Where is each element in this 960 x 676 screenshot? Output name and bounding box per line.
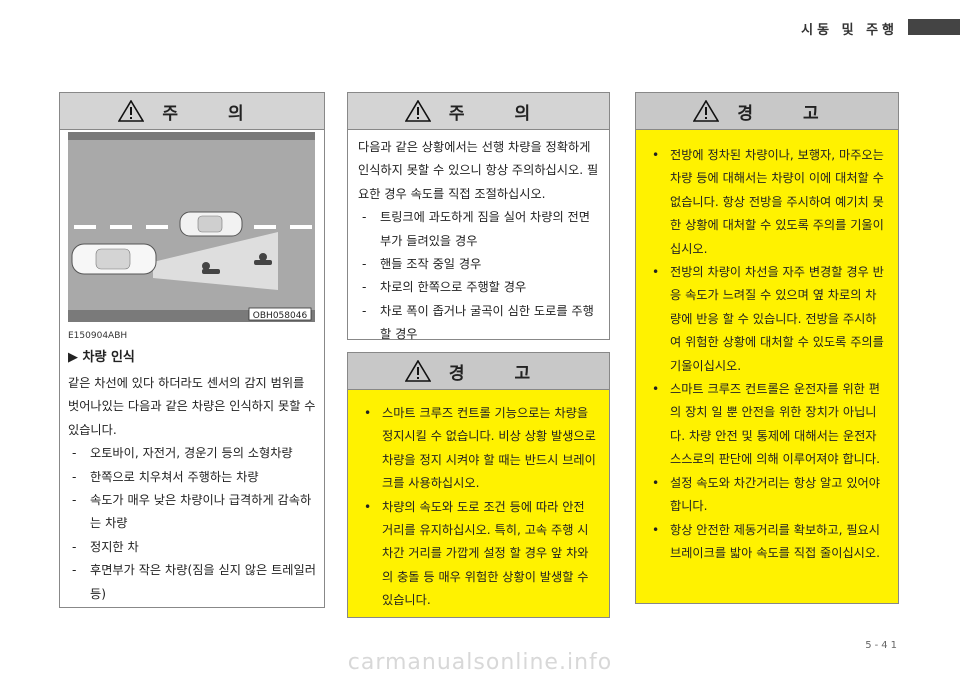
detection-range-figure: OBH058046 xyxy=(68,132,315,322)
front-car-icon xyxy=(179,211,243,237)
warning-box-forward-attention: 경 고 전방에 정차된 차량이나, 보행자, 마주오는 차량 등에 대해서는 차… xyxy=(635,92,899,604)
road-illustration: OBH058046 xyxy=(68,132,315,322)
list-item: 트링크에 과도하게 짐을 실어 차량의 전면부가 들려있을 경우 xyxy=(358,206,601,253)
col2-bottom-body: 스마트 크루즈 컨트롤 기능으로는 차량을 정지시킬 수 없습니다. 비상 상황… xyxy=(348,390,609,613)
col1-item-list: 오토바이, 자전거, 경운기 등의 소형차량 한쪽으로 치우쳐서 주행하는 차량… xyxy=(68,442,319,606)
list-item: 핸들 조작 중일 경우 xyxy=(358,253,601,277)
chapter-title: 시동 및 주행 xyxy=(801,23,898,38)
watermark-text: carmanualsonline.info xyxy=(347,650,613,675)
section-title: ▶ 차량 인식 xyxy=(68,350,135,365)
warning-triangle-icon xyxy=(404,100,431,122)
caution-heading: 주 의 xyxy=(162,103,266,124)
list-item: 차로 폭이 좁거나 굴곡이 심한 도로를 주행할 경우 xyxy=(358,300,601,347)
figure-code: OBH058046 xyxy=(253,311,308,321)
col1-intro: 같은 차선에 있다 하더라도 센서의 감지 범위를 벗어나있는 다음과 같은 차… xyxy=(68,376,316,437)
list-item: 정지한 차 xyxy=(68,536,319,560)
col2-bottom-item-list: 스마트 크루즈 컨트롤 기능으로는 차량을 정지시킬 수 없습니다. 비상 상황… xyxy=(362,402,599,613)
caution-box-preceding-vehicle: 주 의 다음과 같은 상황에서는 선행 차량을 정확하게 인식하지 못할 수 있… xyxy=(347,92,610,341)
figure-caption-code: E150904ABH xyxy=(68,331,128,341)
caution-heading: 주 의 xyxy=(448,103,553,124)
col3-item-list: 전방에 정차된 차량이나, 보행자, 마주오는 차량 등에 대해서는 차량이 이… xyxy=(650,144,886,565)
list-item: 차량의 속도와 도로 조건 등에 따라 안전 거리를 유지하십시오. 특히, 고… xyxy=(362,496,599,613)
page-header: 시동 및 주행 xyxy=(0,0,960,46)
warning-box-header: 경 고 xyxy=(348,353,609,390)
header-tab-block xyxy=(908,19,960,35)
list-item: 한쪽으로 치우쳐서 주행하는 차량 xyxy=(68,466,319,490)
own-car-icon xyxy=(71,243,157,275)
list-item: 스마트 크루즈 컨트롤 기능으로는 차량을 정지시킬 수 없습니다. 비상 상황… xyxy=(362,402,599,496)
list-item: 설정 속도와 차간거리는 항상 알고 있어야 합니다. xyxy=(650,472,886,519)
list-item: 전방의 차량이 차선을 자주 변경할 경우 반응 속도가 느려질 수 있으며 옆… xyxy=(650,261,886,378)
list-item: 스마트 크루즈 컨트롤은 운전자를 위한 편의 장치 일 뿐 안전을 위한 장치… xyxy=(650,378,886,472)
col3-body: 전방에 정차된 차량이나, 보행자, 마주오는 차량 등에 대해서는 차량이 이… xyxy=(636,130,898,565)
list-item: 차로의 한쪽으로 주행할 경우 xyxy=(358,276,601,300)
list-item: 속도가 매우 낮은 차량이나 급격하게 감속하는 차량 xyxy=(68,489,319,536)
warning-triangle-icon xyxy=(693,100,720,122)
warning-heading: 경 고 xyxy=(737,103,841,124)
col2-top-body: 다음과 같은 상황에서는 선행 차량을 정확하게 인식하지 못할 수 있으니 항… xyxy=(348,130,609,347)
list-item: 항상 안전한 제동거리를 확보하고, 필요시 브레이크를 밟아 속도를 직접 줄… xyxy=(650,519,886,566)
list-item: 전방에 정차된 차량이나, 보행자, 마주오는 차량 등에 대해서는 차량이 이… xyxy=(650,144,886,261)
caution-box-header: 주 의 xyxy=(348,93,609,130)
col1-body: 같은 차선에 있다 하더라도 센서의 감지 범위를 벗어나있는 다음과 같은 차… xyxy=(68,372,319,606)
warning-heading: 경 고 xyxy=(448,363,553,384)
col2-top-intro: 다음과 같은 상황에서는 선행 차량을 정확하게 인식하지 못할 수 있으니 항… xyxy=(358,140,599,201)
warning-triangle-icon xyxy=(118,100,145,122)
warning-box-smart-cruise: 경 고 스마트 크루즈 컨트롤 기능으로는 차량을 정지시킬 수 없습니다. 비… xyxy=(347,352,610,618)
caution-box-header: 주 의 xyxy=(60,93,324,130)
warning-box-header: 경 고 xyxy=(636,93,898,130)
col2-top-item-list: 트링크에 과도하게 짐을 실어 차량의 전면부가 들려있을 경우 핸들 조작 중… xyxy=(358,206,601,346)
list-item: 후면부가 작은 차량(짐을 싣지 않은 트레일러 등) xyxy=(68,559,319,606)
warning-triangle-icon xyxy=(404,360,431,382)
list-item: 오토바이, 자전거, 경운기 등의 소형차량 xyxy=(68,442,319,466)
